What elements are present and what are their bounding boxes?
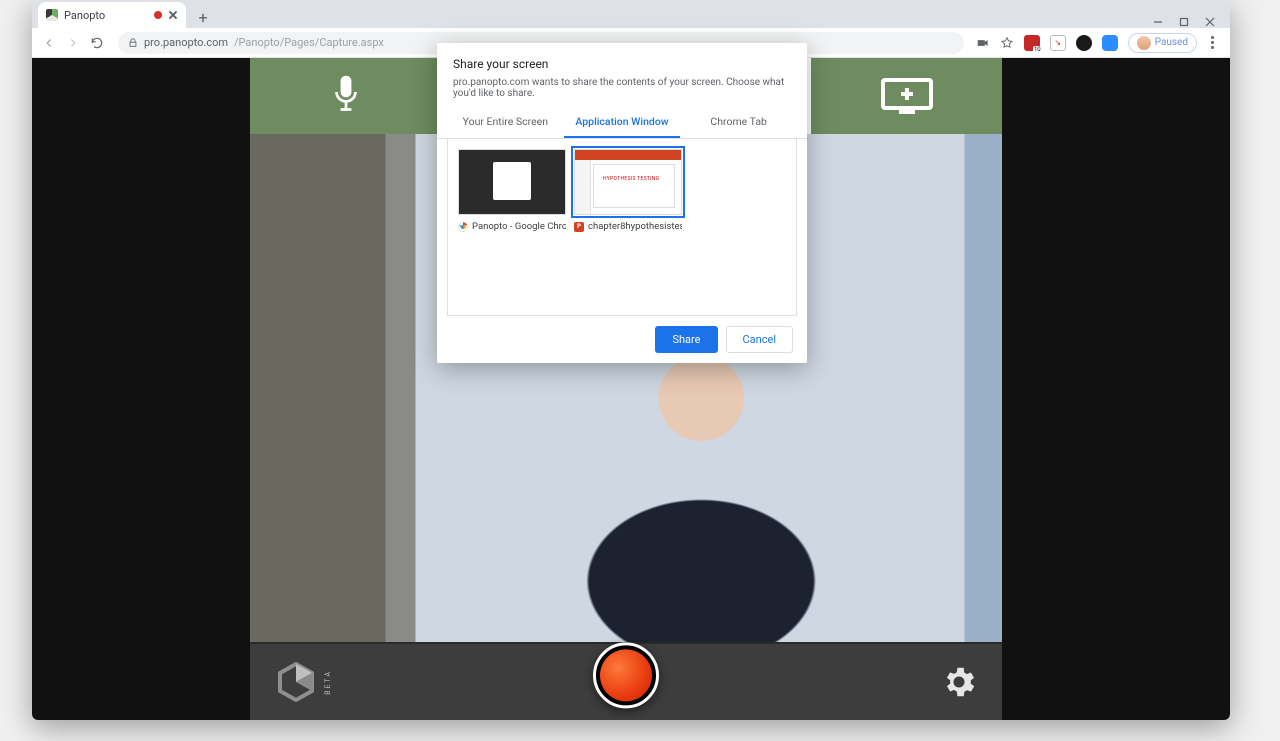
dialog-tabs: Your Entire Screen Application Window Ch… [437,107,807,139]
record-button[interactable] [593,642,659,708]
tab-chrome-tab[interactable]: Chrome Tab [680,107,797,138]
window-option-chrome[interactable]: Panopto - Google Chro... [458,149,566,232]
dialog-footer: Share Cancel [437,316,807,363]
window-label: Panopto - Google Chro... [472,221,566,232]
panopto-favicon [46,9,58,21]
record-icon [600,649,652,701]
paused-label: Paused [1155,37,1188,48]
dialog-subtitle: pro.panopto.com wants to share the conte… [453,77,791,99]
extension-icon-3[interactable] [1076,35,1092,51]
panopto-logo-icon [274,660,318,704]
maximize-button[interactable] [1178,16,1190,28]
panopto-logo: BETA [274,660,332,704]
browser-window: Panopto + [32,0,1230,720]
close-window-button[interactable] [1204,16,1216,28]
recording-indicator-icon [154,11,162,19]
window-controls [1138,16,1230,28]
back-button[interactable] [40,34,58,52]
screen-share-icon [877,74,937,118]
camera-indicator-icon[interactable] [976,36,990,50]
profile-avatar-icon [1137,36,1151,50]
tab-application-window[interactable]: Application Window [564,107,681,138]
microphone-icon [329,73,363,119]
close-tab-icon[interactable] [168,10,178,20]
browser-tab[interactable]: Panopto [38,2,186,28]
extension-icon-2[interactable]: ↘ [1050,35,1066,51]
browser-menu-button[interactable] [1207,36,1218,49]
dialog-body: Panopto - Google Chro... HYPOTHESIS TEST… [447,139,797,316]
share-button[interactable]: Share [655,326,717,353]
window-label: chapter8hypothesistes... [588,221,682,232]
audio-toggle[interactable] [250,58,441,134]
profile-paused-chip[interactable]: Paused [1128,33,1197,53]
share-screen-dialog: Share your screen pro.panopto.com wants … [437,43,807,363]
dialog-title: Share your screen [453,57,791,71]
extension-icon-4[interactable] [1102,35,1118,51]
settings-button[interactable] [940,663,978,701]
window-thumbnail [458,149,566,215]
window-thumbnail: HYPOTHESIS TESTING [574,149,682,215]
chrome-icon [458,222,468,232]
new-tab-button[interactable]: + [192,6,214,28]
lock-icon [128,38,138,48]
cancel-button[interactable]: Cancel [726,326,793,353]
window-option-powerpoint[interactable]: HYPOTHESIS TESTING P chapter8hypothesist… [574,149,682,232]
toolbar-right: 10 ↘ Paused [976,33,1222,53]
url-path: /Panopto/Pages/Capture.aspx [234,36,384,49]
minimize-button[interactable] [1152,16,1164,28]
star-icon[interactable] [1000,36,1014,50]
tab-strip: Panopto + [32,0,1230,28]
powerpoint-icon: P [574,222,584,232]
tab-entire-screen[interactable]: Your Entire Screen [447,107,564,138]
beta-label: BETA [324,670,332,695]
gear-icon [940,663,978,701]
bottom-bar: BETA [250,642,1002,720]
screen-toggle[interactable] [811,58,1002,134]
forward-button[interactable] [64,34,82,52]
url-host: pro.panopto.com [144,36,228,49]
extension-icon-1[interactable]: 10 [1024,35,1040,51]
tab-title: Panopto [64,9,105,22]
reload-button[interactable] [88,34,106,52]
